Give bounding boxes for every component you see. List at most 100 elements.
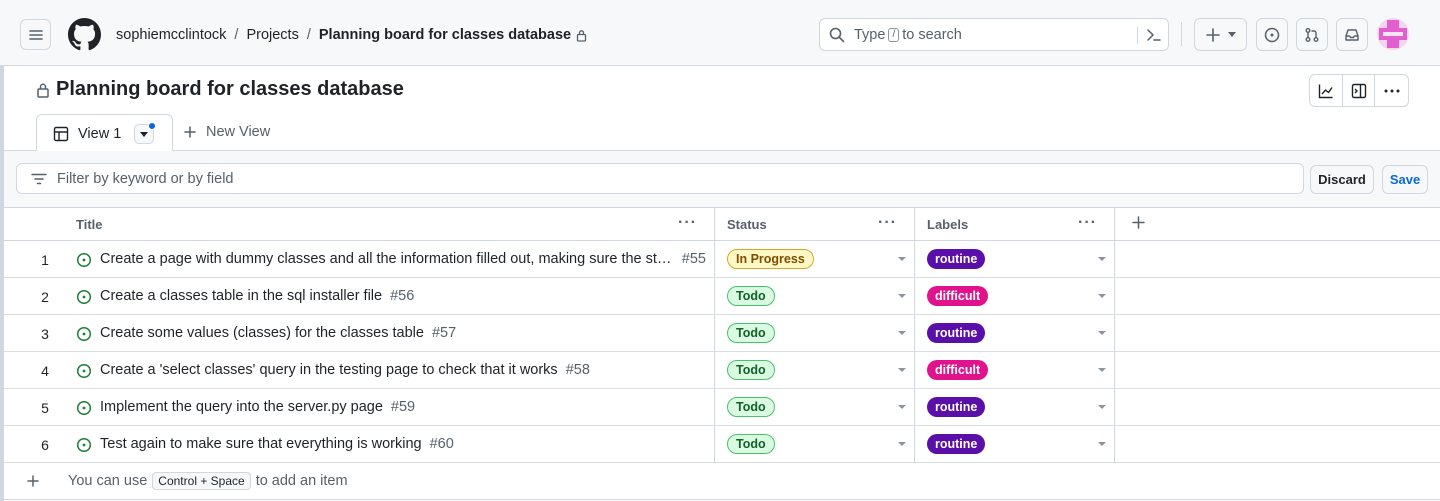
add-item-row[interactable]: You can use Control + Space to add an it… bbox=[4, 463, 1440, 500]
column-status-menu-icon[interactable]: ··· bbox=[878, 214, 897, 232]
table-row[interactable]: 1 Create a page with dummy classes and al… bbox=[4, 241, 1440, 278]
status-badge[interactable]: Todo bbox=[727, 323, 775, 343]
status-dropdown-icon[interactable] bbox=[898, 257, 906, 261]
status-dropdown-icon[interactable] bbox=[898, 405, 906, 409]
issue-opened-icon bbox=[76, 400, 92, 416]
discard-button[interactable]: Discard bbox=[1310, 165, 1374, 194]
table-row[interactable]: 6 Test again to make sure that everything… bbox=[4, 426, 1440, 463]
status-badge[interactable]: Todo bbox=[727, 360, 775, 380]
table-row[interactable]: 5 Implement the query into the server.py … bbox=[4, 389, 1440, 426]
issue-number: #60 bbox=[429, 436, 454, 452]
issue-opened-icon bbox=[76, 252, 92, 268]
issue-title-cell[interactable]: Implement the query into the server.py p… bbox=[100, 399, 706, 415]
labels-dropdown-icon[interactable] bbox=[1098, 368, 1106, 372]
issue-title[interactable]: Create some values (classes) for the cla… bbox=[100, 325, 424, 341]
search-input[interactable]: Type / to search bbox=[819, 18, 1169, 51]
issue-number: #56 bbox=[390, 288, 415, 304]
issue-number: #57 bbox=[431, 325, 457, 341]
tab-view-1[interactable]: View 1 bbox=[36, 114, 173, 152]
menu-button[interactable] bbox=[20, 19, 51, 50]
issue-number: #55 bbox=[681, 251, 706, 267]
lock-icon bbox=[37, 83, 49, 98]
table-row[interactable]: 2 Create a classes table in the sql insta… bbox=[4, 278, 1440, 315]
breadcrumb-project[interactable]: Planning board for classes database bbox=[319, 27, 571, 43]
issues-button[interactable] bbox=[1256, 18, 1288, 51]
issue-title-cell[interactable]: Create a 'select classes' query in the t… bbox=[100, 362, 706, 378]
issue-opened-icon bbox=[76, 326, 92, 342]
lock-icon bbox=[576, 29, 587, 42]
label-badge[interactable]: difficult bbox=[927, 360, 989, 380]
labels-dropdown-icon[interactable] bbox=[1098, 257, 1106, 261]
more-options-button[interactable] bbox=[1375, 75, 1408, 106]
search-prefix: Type bbox=[854, 26, 886, 43]
column-title-menu-icon[interactable]: ··· bbox=[678, 214, 697, 232]
filter-input[interactable]: Filter by keyword or by field bbox=[16, 163, 1304, 194]
breadcrumb: sophiemcclintock / Projects / Planning b… bbox=[116, 24, 587, 46]
row-number: 1 bbox=[41, 252, 49, 268]
page-title-container: Planning board for classes database bbox=[36, 78, 404, 101]
issue-title-cell[interactable]: Create some values (classes) for the cla… bbox=[100, 325, 706, 341]
view-options-button[interactable] bbox=[134, 122, 156, 144]
row-number: 5 bbox=[41, 400, 49, 416]
inbox-button[interactable] bbox=[1336, 18, 1368, 51]
save-button[interactable]: Save bbox=[1382, 165, 1428, 194]
status-badge[interactable]: Todo bbox=[727, 434, 775, 454]
table-row[interactable]: 4 Create a 'select classes' query in the … bbox=[4, 352, 1440, 389]
issue-title-cell[interactable]: Create a page with dummy classes and all… bbox=[100, 251, 706, 267]
labels-dropdown-icon[interactable] bbox=[1098, 442, 1106, 446]
global-header: sophiemcclintock / Projects / Planning b… bbox=[0, 0, 1440, 66]
kebab-horizontal-icon bbox=[1384, 89, 1400, 92]
unsaved-changes-dot bbox=[148, 122, 156, 130]
triangle-down-icon bbox=[140, 131, 148, 137]
filter-bar: Filter by keyword or by field Discard Sa… bbox=[4, 151, 1440, 208]
sidebar-expand-icon bbox=[1351, 83, 1366, 98]
status-badge[interactable]: Todo bbox=[727, 397, 775, 417]
issue-title-cell[interactable]: Create a classes table in the sql instal… bbox=[100, 288, 706, 304]
label-badge[interactable]: routine bbox=[927, 397, 986, 417]
command-palette-icon[interactable] bbox=[1146, 27, 1162, 43]
label-badge[interactable]: routine bbox=[927, 249, 986, 269]
avatar[interactable] bbox=[1377, 18, 1409, 50]
column-labels-menu-icon[interactable]: ··· bbox=[1078, 214, 1097, 232]
new-view-button[interactable]: New View bbox=[184, 124, 270, 140]
add-field-plus-icon[interactable] bbox=[1132, 216, 1145, 229]
labels-dropdown-icon[interactable] bbox=[1098, 331, 1106, 335]
status-dropdown-icon[interactable] bbox=[898, 368, 906, 372]
search-suffix: to search bbox=[902, 26, 962, 43]
side-panel-button[interactable] bbox=[1343, 75, 1376, 106]
label-badge[interactable]: routine bbox=[927, 434, 986, 454]
breadcrumb-owner[interactable]: sophiemcclintock bbox=[116, 27, 226, 43]
plus-icon bbox=[27, 475, 39, 487]
issue-title[interactable]: Create a classes table in the sql instal… bbox=[100, 288, 382, 304]
issue-title[interactable]: Implement the query into the server.py p… bbox=[100, 399, 383, 415]
column-header-title[interactable]: Title bbox=[76, 208, 704, 240]
column-title-label: Title bbox=[76, 216, 103, 232]
breadcrumb-separator: / bbox=[306, 27, 311, 43]
breadcrumb-projects[interactable]: Projects bbox=[246, 27, 298, 43]
status-badge[interactable]: In Progress bbox=[727, 249, 814, 269]
label-badge[interactable]: difficult bbox=[927, 286, 989, 306]
issue-number: #58 bbox=[565, 362, 590, 378]
table-row[interactable]: 3 Create some values (classes) for the cl… bbox=[4, 315, 1440, 352]
github-logo-icon[interactable] bbox=[68, 18, 101, 51]
status-dropdown-icon[interactable] bbox=[898, 331, 906, 335]
status-dropdown-icon[interactable] bbox=[898, 294, 906, 298]
status-dropdown-icon[interactable] bbox=[898, 442, 906, 446]
issue-title[interactable]: Test again to make sure that everything … bbox=[100, 436, 422, 452]
label-badge[interactable]: routine bbox=[927, 323, 986, 343]
tab-label: View 1 bbox=[78, 125, 122, 142]
table-header: Title ··· Status ··· Labels ··· bbox=[4, 208, 1440, 241]
pull-requests-button[interactable] bbox=[1296, 18, 1328, 51]
create-new-button[interactable] bbox=[1194, 18, 1247, 51]
status-badge[interactable]: Todo bbox=[727, 286, 775, 306]
table-icon bbox=[53, 126, 69, 141]
labels-dropdown-icon[interactable] bbox=[1098, 405, 1106, 409]
issue-title[interactable]: Create a page with dummy classes and all… bbox=[100, 251, 674, 267]
labels-dropdown-icon[interactable] bbox=[1098, 294, 1106, 298]
issue-title-cell[interactable]: Test again to make sure that everything … bbox=[100, 436, 706, 452]
issue-title[interactable]: Create a 'select classes' query in the t… bbox=[100, 362, 558, 378]
insights-button[interactable] bbox=[1310, 75, 1343, 106]
view-tabs: View 1 New View bbox=[4, 114, 1440, 152]
row-number: 3 bbox=[41, 326, 49, 342]
issue-opened-icon bbox=[76, 289, 92, 305]
